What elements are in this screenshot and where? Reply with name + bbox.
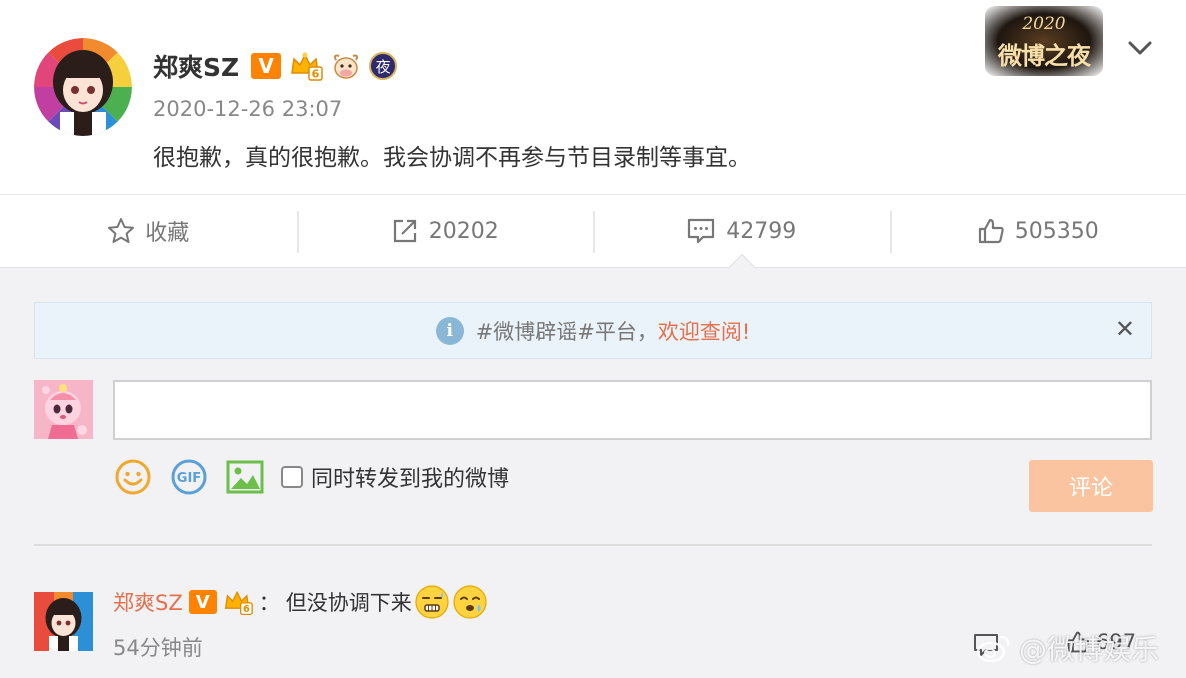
post-timestamp[interactable]: 2020-12-26 23:07: [153, 97, 342, 121]
event-logo-name: 微博之夜: [998, 41, 1091, 70]
weibo-post: 郑爽SZ V 6 夜 2020-12-26 23:07 很抱歉，真的很抱歉。我会…: [0, 0, 1186, 194]
verified-badge-icon[interactable]: V: [251, 53, 282, 79]
notice-text[interactable]: #微博辟谣#平台，: [476, 316, 658, 346]
comment-crown-badge-icon[interactable]: 6: [223, 588, 253, 616]
weibo-night-logo[interactable]: 2020 微博之夜: [985, 6, 1103, 76]
rumor-notice-banner: i #微博辟谣#平台， 欢迎查阅! ✕: [34, 302, 1152, 359]
ox-year-badge-icon[interactable]: [331, 51, 361, 81]
event-logo-year: 2020: [1022, 14, 1066, 34]
comment-author-avatar[interactable]: [34, 592, 93, 651]
comment-separator: ：: [258, 591, 280, 615]
sweat-sad-emoji: [453, 585, 487, 619]
gif-text: GIF: [177, 471, 201, 486]
chevron-down-icon[interactable]: [1124, 32, 1156, 64]
star-icon: [108, 218, 135, 243]
divider: [34, 544, 1152, 546]
comment-count: 42799: [726, 218, 797, 244]
repost-checkbox-label[interactable]: 同时转发到我的微博: [311, 461, 509, 493]
close-icon[interactable]: ✕: [1115, 315, 1135, 343]
notice-link[interactable]: 欢迎查阅!: [658, 316, 750, 346]
author-row: 郑爽SZ V 6 夜: [153, 48, 405, 84]
repost-checkbox[interactable]: [281, 466, 303, 488]
weibo-entertainment-watermark: @微博娱乐: [975, 628, 1159, 668]
info-icon: i: [435, 316, 464, 345]
comment-verified-badge-icon[interactable]: V: [188, 590, 217, 614]
comment-author-name[interactable]: 郑爽SZ: [113, 587, 183, 617]
favorite-label: 收藏: [145, 221, 190, 246]
favorite-button[interactable]: 收藏: [0, 195, 297, 267]
image-icon[interactable]: [225, 457, 265, 497]
comment-row: 郑爽SZ V 6 ： 但没协调下来: [113, 582, 488, 622]
like-count: 505350: [1014, 218, 1099, 244]
repost-button[interactable]: 20202: [296, 195, 594, 267]
crown-level-badge-icon[interactable]: 6: [289, 51, 323, 81]
watermark-text: @微博娱乐: [1019, 633, 1160, 666]
repost-icon: [393, 219, 416, 243]
night-event-badge-icon[interactable]: 夜: [369, 52, 398, 80]
sweat-grimace-emoji: [415, 585, 449, 619]
composer-toolbar: GIF 同时转发到我的微博: [113, 455, 509, 499]
like-button[interactable]: 505350: [889, 195, 1186, 267]
weibo-logo-icon: [976, 635, 1010, 663]
submit-comment-button[interactable]: 评论: [1029, 460, 1153, 512]
comment-crown-level-text: 6: [243, 604, 250, 615]
comment-timestamp: 54分钟前: [113, 636, 203, 660]
like-icon: [978, 218, 1004, 244]
emoji-icon[interactable]: [113, 457, 153, 497]
post-action-bar: 收藏 20202 42799 505350: [0, 194, 1186, 268]
comment-input[interactable]: [113, 380, 1152, 440]
author-avatar[interactable]: [34, 38, 132, 136]
comment-text: 但没协调下来: [285, 591, 412, 615]
crown-level-text: 6: [312, 68, 320, 81]
comment-icon: [688, 218, 715, 244]
gif-icon[interactable]: GIF: [169, 457, 209, 497]
author-name[interactable]: 郑爽SZ: [153, 48, 239, 84]
post-text: 很抱歉，真的很抱歉。我会协调不再参与节目录制等事宜。: [153, 145, 751, 171]
current-user-avatar[interactable]: [34, 380, 93, 439]
repost-count: 20202: [428, 218, 499, 244]
